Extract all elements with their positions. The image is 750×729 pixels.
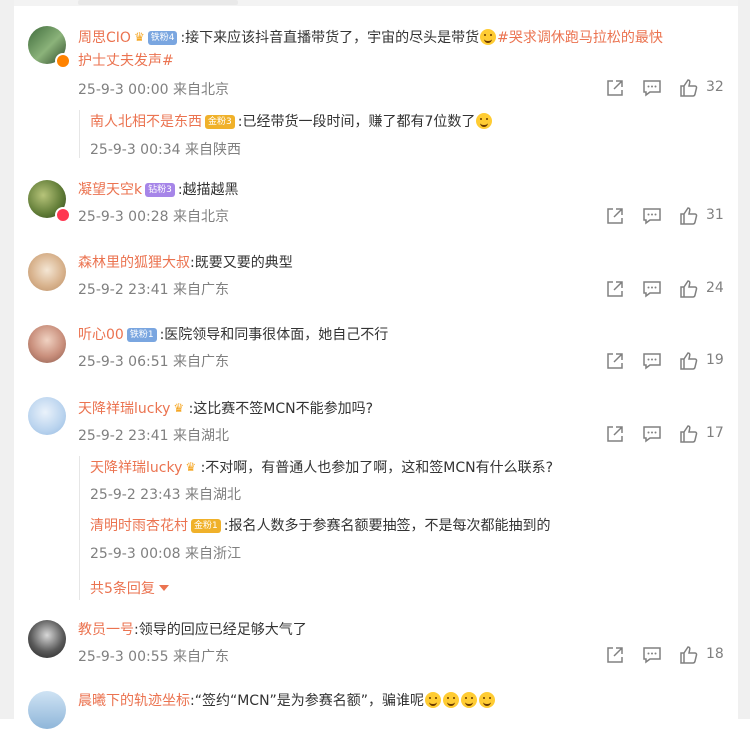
comment-icon[interactable] <box>642 78 662 98</box>
username[interactable]: 森林里的狐狸大叔 <box>78 255 190 271</box>
comment-meta: 25-9-2 23:41 来自广东 <box>78 282 229 298</box>
comment-text-line-1: 周思CIO ♛ 铁粉4:接下来应该抖音直播带货了，宇宙的尽头是带货 #哭求调休跑马拉松… <box>78 26 663 49</box>
expand-replies-link[interactable]: 共5条回复 <box>90 578 169 598</box>
username[interactable]: 天降祥瑞lucky <box>78 401 170 417</box>
gold-fan-badge: 金粉1 <box>191 519 221 533</box>
reply-text: :报名人数多于参赛名额要抽签，不是每次都能抽到的 <box>223 518 551 534</box>
comment-icon[interactable] <box>642 351 662 371</box>
comment-icon[interactable] <box>642 645 662 665</box>
cry-laugh-emoji-icon <box>479 692 496 708</box>
diamond-fan-badge: 钻粉3 <box>145 183 175 197</box>
comment-text: :领导的回应已经足够大气了 <box>134 622 307 638</box>
reply-meta: 25-9-3 00:34 来自陕西 <box>90 142 241 158</box>
comment-text: :这比赛不签MCN不能参加吗? <box>188 401 374 417</box>
reply-text-line: 清明时雨杏花村 金粉1:报名人数多于参赛名额要抽签，不是每次都能抽到的 <box>90 515 550 537</box>
like-icon[interactable] <box>679 424 699 444</box>
crown-icon: ♛ <box>133 30 145 44</box>
crown-icon: ♛ <box>173 401 185 415</box>
username[interactable]: 凝望天空k <box>78 182 142 198</box>
like-icon[interactable] <box>679 279 699 299</box>
avatar[interactable] <box>28 397 66 435</box>
like-icon[interactable] <box>679 351 699 371</box>
like-icon[interactable] <box>679 78 699 98</box>
triangle-down-icon <box>158 585 169 591</box>
username[interactable]: 晨曦下的轨迹坐标 <box>78 693 190 709</box>
comment-icon[interactable] <box>642 279 662 299</box>
reply-text-line: 天降祥瑞lucky ♛ :不对啊，有普通人也参加了啊，这和签MCN有什么联系? <box>90 456 553 479</box>
reply-text-line: 南人北相不是东西 金粉3:已经带货一段时间，赚了都有7位数了 <box>90 111 493 133</box>
share-icon[interactable] <box>605 645 625 665</box>
reply-text: :不对啊，有普通人也参加了啊，这和签MCN有什么联系? <box>200 460 554 476</box>
cry-laugh-emoji-icon <box>461 692 478 708</box>
comment-meta: 25-9-2 23:41 来自湖北 <box>78 428 229 444</box>
username[interactable]: 周思CIO <box>78 30 131 46</box>
comment-meta: 25-9-3 06:51 来自广东 <box>78 354 229 370</box>
verified-badge <box>55 53 71 69</box>
reply-divider <box>79 456 80 600</box>
comment-meta: 25-9-3 00:28 来自北京 <box>78 209 229 225</box>
reply-meta: 25-9-2 23:43 来自湖北 <box>90 487 241 503</box>
left-margin <box>0 0 14 719</box>
comment-icon[interactable] <box>642 206 662 226</box>
comment-text: :“签约“MCN”是为参赛名额”，骗谁呢 <box>190 693 425 709</box>
reply-divider <box>79 110 80 158</box>
like-count: 32 <box>706 79 724 95</box>
avatar[interactable] <box>28 253 66 291</box>
comment-text-line: 晨曦下的轨迹坐标:“签约“MCN”是为参赛名额”，骗谁呢 <box>78 690 496 712</box>
username[interactable]: 教员一号 <box>78 622 134 638</box>
right-margin <box>738 0 750 719</box>
crown-icon: ♛ <box>185 460 197 474</box>
like-icon[interactable] <box>679 206 699 226</box>
reply-text: :已经带货一段时间，赚了都有7位数了 <box>237 114 476 130</box>
grin-emoji-icon <box>480 29 497 45</box>
like-count: 31 <box>706 207 724 223</box>
cry-laugh-emoji-icon <box>425 692 442 708</box>
share-icon[interactable] <box>605 279 625 299</box>
gold-fan-badge: 金粉3 <box>205 115 235 129</box>
comment-text-line: 天降祥瑞lucky ♛ :这比赛不签MCN不能参加吗? <box>78 397 373 420</box>
avatar[interactable] <box>28 325 66 363</box>
share-icon[interactable] <box>605 424 625 444</box>
share-icon[interactable] <box>605 351 625 371</box>
comment-text: :越描越黑 <box>177 182 239 198</box>
like-count: 18 <box>706 646 724 662</box>
previous-comment-remnant <box>78 0 238 5</box>
comment-meta: 25-9-3 00:55 来自广东 <box>78 649 229 665</box>
comment-text-line: 森林里的狐狸大叔:既要又要的典型 <box>78 252 293 274</box>
laugh-emoji-icon <box>476 113 493 129</box>
reply-username[interactable]: 南人北相不是东西 <box>90 114 202 130</box>
reply-username[interactable]: 天降祥瑞lucky <box>90 460 182 476</box>
fan-level-badge: 铁粉4 <box>147 31 178 45</box>
like-count: 17 <box>706 425 724 441</box>
comment-text: :医院领导和同事很体面，她自己不行 <box>159 327 389 343</box>
like-count: 24 <box>706 280 724 296</box>
comment-text-line: 凝望天空k 钻粉3:越描越黑 <box>78 179 239 201</box>
comment-icon[interactable] <box>642 424 662 444</box>
cry-laugh-emoji-icon <box>443 692 460 708</box>
username[interactable]: 听心00 <box>78 327 124 343</box>
comment-text: :既要又要的典型 <box>190 255 293 271</box>
avatar[interactable] <box>28 620 66 658</box>
hashtag-link[interactable]: #哭求调休跑马拉松的最快 <box>497 30 663 46</box>
share-icon[interactable] <box>605 78 625 98</box>
reply-meta: 25-9-3 00:08 来自浙江 <box>90 546 241 562</box>
avatar[interactable] <box>28 691 66 729</box>
reply-username[interactable]: 清明时雨杏花村 <box>90 518 188 534</box>
share-icon[interactable] <box>605 206 625 226</box>
comment-text-line: 听心00 铁粉1:医院领导和同事很体面，她自己不行 <box>78 324 388 346</box>
expand-replies-label: 共5条回复 <box>90 581 155 597</box>
hashtag-link-continued[interactable]: 护士丈夫发声# <box>78 50 174 72</box>
fan-level-badge: 铁粉1 <box>126 328 157 342</box>
comment-meta: 25-9-3 00:00 来自北京 <box>78 82 229 98</box>
like-icon[interactable] <box>679 645 699 665</box>
verified-badge <box>55 207 71 223</box>
like-count: 19 <box>706 352 724 368</box>
comment-text-line: 教员一号:领导的回应已经足够大气了 <box>78 619 307 641</box>
comment-text: :接下来应该抖音直播带货了，宇宙的尽头是带货 <box>180 30 480 46</box>
